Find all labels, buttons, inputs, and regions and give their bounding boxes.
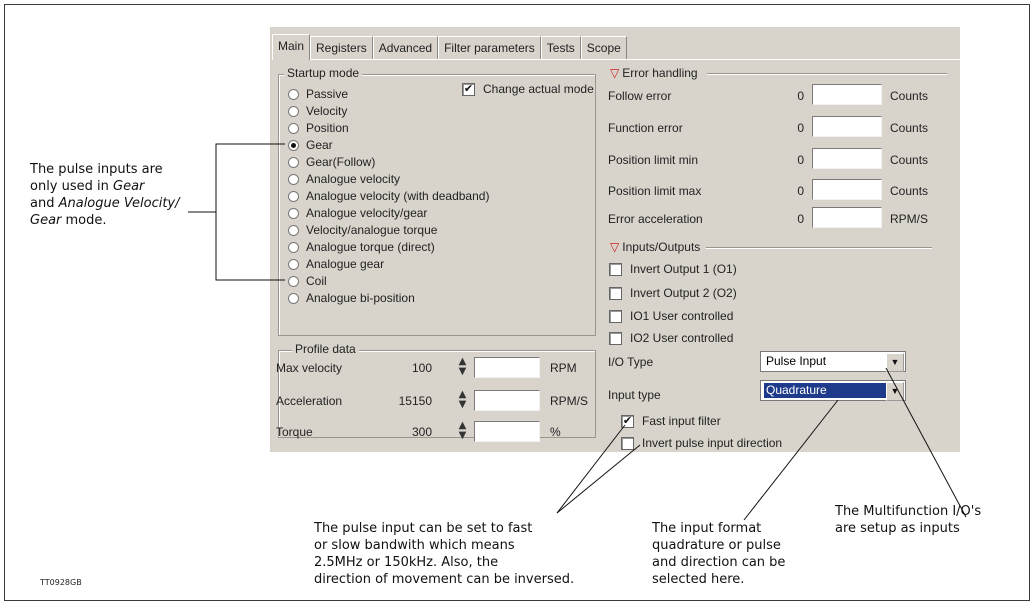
note-line: and direction can be [652,555,786,570]
note-line: are setup as inputs [835,521,960,536]
note-line: The Multifunction I/O's [835,504,982,519]
note-line: 2.5MHz or 150kHz. Also, the [314,555,499,570]
note-italic: Gear [113,179,145,194]
figure-id: TT0928GB [40,578,82,587]
note-pulse-bandwidth: The pulse input can be set to fast or sl… [314,520,634,588]
note-line: mode. [61,213,107,228]
note-input-format: The input format quadrature or pulse and… [652,520,812,588]
note-line: or slow bandwith which means [314,538,515,553]
note-line: The pulse inputs are [30,162,163,177]
note-pulse-inputs: The pulse inputs are only used in Gear a… [30,161,200,229]
note-line: direction of movement can be inversed. [314,572,575,587]
note-line: The pulse input can be set to fast [314,521,533,536]
tab-main[interactable]: Main [272,34,311,60]
note-line: selected here. [652,572,745,587]
note-multifunction-io: The Multifunction I/O's are setup as inp… [835,503,1025,537]
note-italic: Analogue Velocity/ [58,196,180,211]
note-line: and [30,196,59,211]
note-line: only used in [30,179,114,194]
note-italic: Gear [30,213,62,228]
note-line: The input format [652,521,762,536]
note-line: quadrature or pulse [652,538,781,553]
